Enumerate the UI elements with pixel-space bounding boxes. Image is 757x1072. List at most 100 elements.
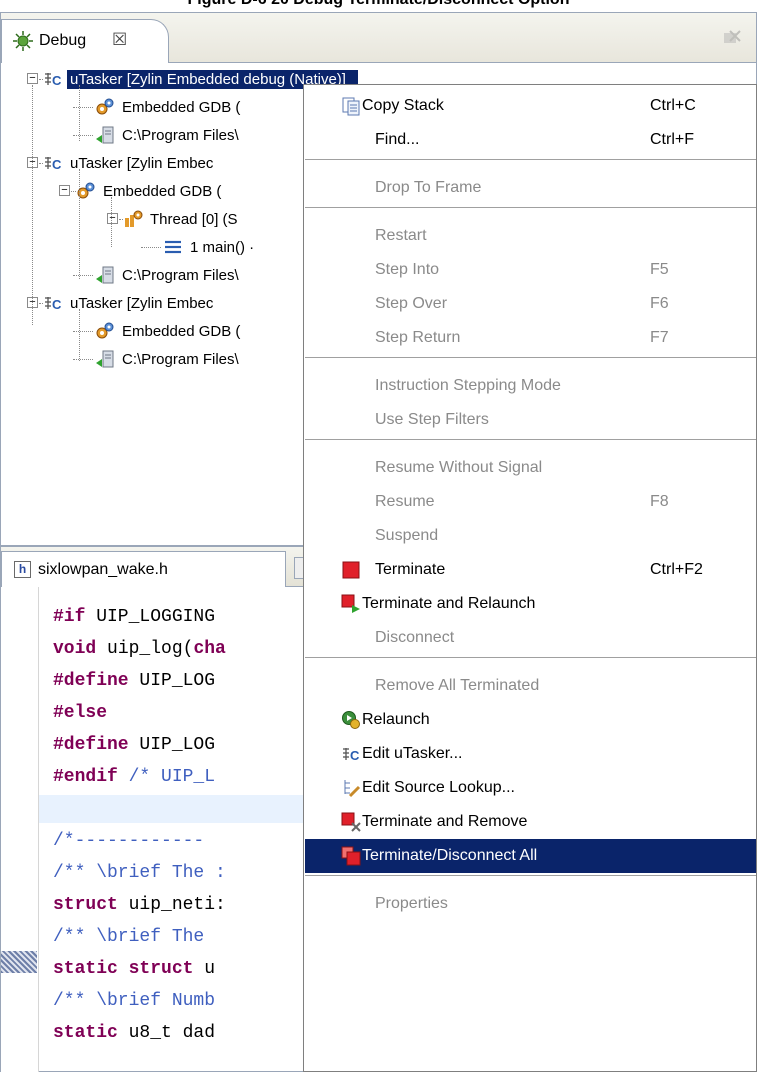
tree-connector [32, 85, 33, 325]
menu-item-terminate-and-relaunch[interactable]: Terminate and Relaunch [305, 587, 756, 621]
tree-item-label: Embedded GDB ( [103, 182, 222, 200]
code-keyword: #define [53, 671, 129, 691]
menu-item-resume-without-signal: Resume Without Signal [305, 451, 756, 485]
menu-item-relaunch[interactable]: Relaunch [305, 703, 756, 737]
code-text-span: u [193, 959, 216, 979]
tree-item[interactable]: C:\Program Files\ [95, 261, 242, 289]
source-lookup-icon [344, 780, 361, 798]
menu-item-terminate-and-remove[interactable]: Terminate and Remove [305, 805, 756, 839]
tree-item-label: C:\Program Files\ [122, 126, 239, 144]
svg-text:C: C [52, 157, 62, 172]
svg-text:C: C [52, 73, 62, 88]
menu-item-find[interactable]: Find... Ctrl+F [305, 123, 756, 157]
menu-item-label: Use Step Filters [375, 411, 489, 428]
c-launch-icon: C [45, 157, 62, 172]
editor-tab-label: sixlowpan_wake.h [38, 561, 168, 578]
menu-item-edit-source-lookup[interactable]: Edit Source Lookup... [305, 771, 756, 805]
terminate-remove-icon [341, 812, 361, 832]
menu-item-instruction-stepping-mode: Instruction Stepping Mode [305, 369, 756, 403]
tree-item[interactable]: CuTasker [Zylin Embec [43, 289, 216, 317]
code-line: /*------------ [53, 827, 313, 855]
code-text-span: UIP_LOG [128, 735, 216, 755]
terminate-all-icon [341, 846, 361, 866]
tree-item-label: Embedded GDB ( [122, 322, 241, 340]
tree-connector [141, 247, 161, 248]
code-line: /** \brief The : [53, 859, 313, 887]
context-menu: Copy Stack Ctrl+C Find... Ctrl+F Drop To Fra… [303, 84, 757, 1072]
tree-item[interactable]: C:\Program Files\ [95, 345, 242, 373]
tree-connector [79, 85, 80, 141]
menu-item-label: Edit Source Lookup... [362, 779, 515, 796]
tree-item[interactable]: Embedded GDB ( [76, 177, 224, 205]
relaunch-icon [342, 711, 360, 729]
code-line: #else [53, 699, 313, 727]
menu-item-restart: Restart [305, 219, 756, 253]
menu-item-label: Step Return [375, 329, 461, 346]
thread-icon [125, 210, 143, 227]
menu-item-label: Instruction Stepping Mode [375, 377, 561, 394]
code-keyword: #else [53, 703, 108, 723]
menu-separator [305, 875, 756, 877]
menu-item-edit-utasker[interactable]: C Edit uTasker... [305, 737, 756, 771]
debug-tree: − CuTasker [Zylin Embedded debug (Native)… [1, 65, 358, 545]
process-icon [96, 350, 114, 368]
c-launch-icon: C [45, 73, 62, 88]
debug-bug-icon [13, 31, 33, 51]
code-line: static struct u [53, 955, 313, 983]
menu-item-label: Remove All Terminated [375, 677, 540, 694]
menu-item-label: Step Into [375, 261, 440, 278]
tab-debug[interactable]: Debug ☒ [1, 19, 169, 63]
tree-collapse-toggle[interactable]: − [27, 73, 38, 84]
menu-separator [305, 657, 756, 659]
tree-collapse-toggle[interactable]: − [59, 185, 70, 196]
code-comment: /** \brief The [53, 927, 205, 947]
menu-item-label: Terminate/Disconnect All [362, 847, 538, 864]
menu-item-step-return: Step Return F7 [305, 321, 756, 355]
tree-item[interactable]: Thread [0] (S [123, 205, 241, 233]
c-launch-icon: C [45, 297, 62, 312]
tree-connector [73, 359, 93, 360]
code-keyword: #define [53, 735, 129, 755]
gears-icon [96, 98, 114, 115]
menu-item-step-over: Step Over F6 [305, 287, 756, 321]
terminate-relaunch-icon [341, 594, 360, 613]
tree-connector [111, 197, 112, 247]
tree-collapse-toggle[interactable]: − [107, 213, 118, 224]
menu-item-shortcut: F5 [650, 261, 669, 278]
menu-item-properties: Properties [305, 887, 756, 921]
remove-terminated-icon[interactable] [722, 29, 742, 47]
menu-item-label: Disconnect [375, 629, 455, 646]
menu-separator [305, 357, 756, 359]
tree-item-label: uTasker [Zylin Embec [70, 294, 214, 312]
svg-text:C: C [350, 748, 360, 763]
menu-separator [305, 207, 756, 209]
code-comment: /** \brief Numb [53, 991, 216, 1011]
menu-item-use-step-filters: Use Step Filters [305, 403, 756, 437]
tree-item[interactable]: 1 main() · [163, 233, 257, 261]
menu-item-copy-stack[interactable]: Copy Stack Ctrl+C [305, 89, 756, 123]
menu-item-resume: Resume F8 [305, 485, 756, 519]
tree-item[interactable]: Embedded GDB ( [95, 93, 243, 121]
menu-item-shortcut: F8 [650, 493, 669, 510]
menu-item-terminate[interactable]: Terminate Ctrl+F2 [305, 553, 756, 587]
tree-connector [73, 135, 93, 136]
code-text-span: UIP_LOGGING [85, 607, 216, 627]
code-line: struct uip_neti: [53, 891, 313, 919]
code-text-span: uip_log( [96, 639, 194, 659]
code-comment: /*------------ [53, 831, 205, 851]
menu-item-disconnect: Disconnect [305, 621, 756, 655]
tree-item[interactable]: Embedded GDB ( [95, 317, 243, 345]
menu-item-step-into: Step Into F5 [305, 253, 756, 287]
menu-item-label: Resume Without Signal [375, 459, 543, 476]
tab-sixlowpan-wake-h[interactable]: h sixlowpan_wake.h [1, 551, 286, 587]
close-icon[interactable]: ☒ [112, 30, 127, 50]
code-line: #if UIP_LOGGING [53, 603, 313, 631]
menu-item-terminate-disconnect-all[interactable]: Terminate/Disconnect All [305, 839, 756, 873]
menu-item-label: Edit uTasker... [362, 745, 463, 762]
tree-item[interactable]: CuTasker [Zylin Embec [43, 149, 216, 177]
menu-item-remove-all-terminated: Remove All Terminated [305, 669, 756, 703]
tree-item-label: C:\Program Files\ [122, 266, 239, 284]
overview-ruler-marker[interactable] [1, 951, 37, 973]
menu-item-label: Find... [375, 131, 420, 148]
tree-item[interactable]: C:\Program Files\ [95, 121, 242, 149]
